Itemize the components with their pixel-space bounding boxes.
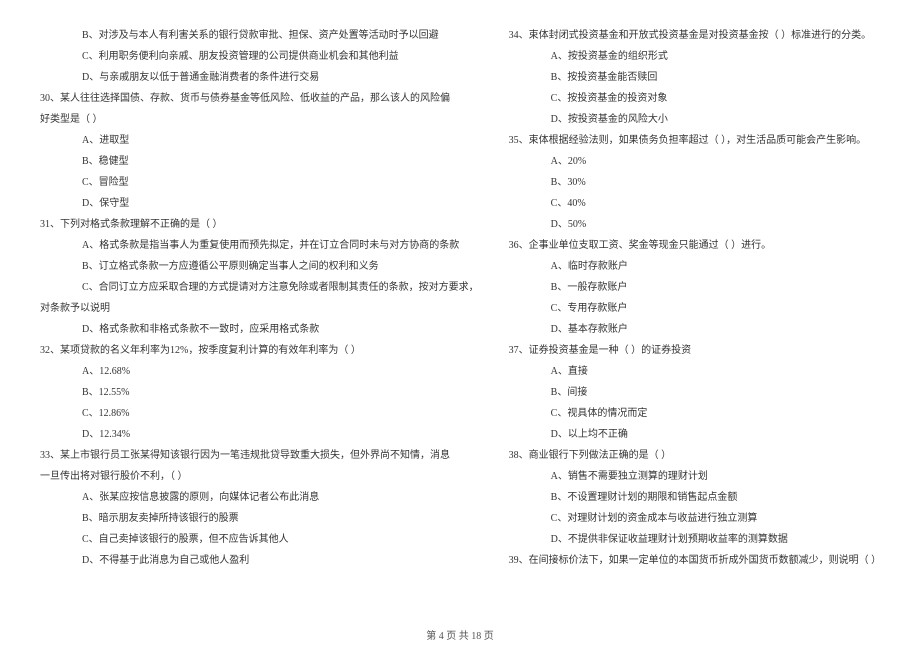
option-text: A、张某应按信息披露的原则，向媒体记者公布此消息 [40,487,479,508]
option-text: C、视具体的情况而定 [509,403,882,424]
question-32: 32、某项贷款的名义年利率为12%，按季度复利计算的有效年利率为（ ） [40,340,479,361]
option-text: A、销售不需要独立测算的理财计划 [509,466,882,487]
question-34: 34、束体封闭式投资基金和开放式投资基金是对投资基金按（ ）标准进行的分类。 [509,25,882,46]
option-text: C、按投资基金的投资对象 [509,88,882,109]
option-text: D、保守型 [40,193,479,214]
option-text: C、专用存款账户 [509,298,882,319]
option-text: D、以上均不正确 [509,424,882,445]
question-35: 35、束体根据经验法则，如果债务负担率超过（ ），对生活品质可能会产生影响。 [509,130,882,151]
question-31: 31、下列对格式条款理解不正确的是（ ） [40,214,479,235]
question-33-cont: 一旦传出将对银行股价不利，（ ） [40,466,479,487]
option-text: A、20% [509,151,882,172]
option-text: B、不设置理财计划的期限和销售起点金额 [509,487,882,508]
option-text: C、冒险型 [40,172,479,193]
option-text: D、按投资基金的风险大小 [509,109,882,130]
option-text: B、间接 [509,382,882,403]
option-text: C、12.86% [40,403,479,424]
option-text: A、格式条款是指当事人为重复使用而预先拟定，并在订立合同时未与对方协商的条款 [40,235,479,256]
option-text: B、稳健型 [40,151,479,172]
option-text: C、40% [509,193,882,214]
option-text: D、不得基于此消息为自己或他人盈利 [40,550,479,571]
question-30-cont: 好类型是（ ） [40,109,479,130]
question-38: 38、商业银行下列做法正确的是（ ） [509,445,882,466]
option-text: D、与亲戚朋友以低于普通金融消费者的条件进行交易 [40,67,479,88]
option-text: A、进取型 [40,130,479,151]
option-text: B、30% [509,172,882,193]
option-text: D、50% [509,214,882,235]
question-37: 37、证券投资基金是一种（ ）的证券投资 [509,340,882,361]
option-text: B、对涉及与本人有利害关系的银行贷款审批、担保、资产处置等活动时予以回避 [40,25,479,46]
question-30: 30、某人往往选择国债、存款、货币与债券基金等低风险、低收益的产品，那么该人的风… [40,88,479,109]
option-text: B、订立格式条款一方应遵循公平原则确定当事人之间的权利和义务 [40,256,479,277]
option-text: C、自己卖掉该银行的股票，但不应告诉其他人 [40,529,479,550]
option-text: D、基本存款账户 [509,319,882,340]
option-text-cont: 对条款予以说明 [40,298,479,319]
option-text: A、直接 [509,361,882,382]
option-text: B、按投资基金能否赎回 [509,67,882,88]
option-text: D、12.34% [40,424,479,445]
option-text: B、暗示朋友卖掉所持该银行的股票 [40,508,479,529]
option-text: D、格式条款和非格式条款不一致时，应采用格式条款 [40,319,479,340]
option-text: B、一般存款账户 [509,277,882,298]
option-text: A、12.68% [40,361,479,382]
option-text: D、不提供非保证收益理财计划预期收益率的测算数据 [509,529,882,550]
option-text: B、12.55% [40,382,479,403]
question-36: 36、企事业单位支取工资、奖金等现金只能通过（ ）进行。 [509,235,882,256]
page-footer: 第 4 页 共 18 页 [0,627,920,642]
question-33: 33、某上市银行员工张某得知该银行因为一笔违规批贷导致重大损失，但外界尚不知情，… [40,445,479,466]
option-text: C、对理财计划的资金成本与收益进行独立测算 [509,508,882,529]
option-text: A、按投资基金的组织形式 [509,46,882,67]
option-text: C、利用职务便利向亲戚、朋友投资管理的公司提供商业机会和其他利益 [40,46,479,67]
left-column: B、对涉及与本人有利害关系的银行贷款审批、担保、资产处置等活动时予以回避 C、利… [40,25,479,571]
option-text: A、临时存款账户 [509,256,882,277]
option-text: C、合同订立方应采取合理的方式提请对方注意免除或者限制其责任的条款，按对方要求， [40,277,479,298]
right-column: 34、束体封闭式投资基金和开放式投资基金是对投资基金按（ ）标准进行的分类。 A… [509,25,882,571]
question-39: 39、在间接标价法下，如果一定单位的本国货币折成外国货币数额减少，则说明（ ） [509,550,882,571]
